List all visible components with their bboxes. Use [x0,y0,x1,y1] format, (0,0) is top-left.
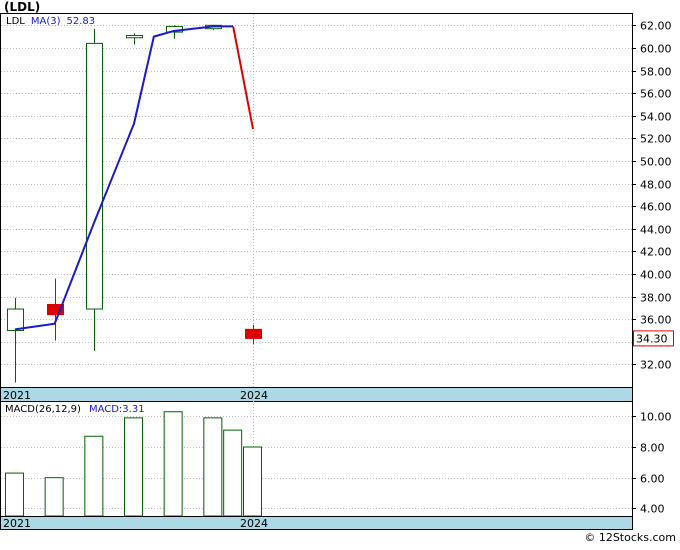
macd-value-label: MACD:3.31 [89,404,145,415]
price-y-tick-label: 56.00 [640,88,672,101]
macd-params-label: MACD(26,12,9) [5,404,81,415]
candle-body [245,328,262,339]
macd-y-tick-label: 10.00 [640,411,672,424]
macd-bar [223,429,243,517]
price-y-tick-label: 60.00 [640,43,672,56]
price-y-tick-label: 54.00 [640,111,672,124]
legend-ma-label: MA(3) [31,16,61,27]
macd-y-tick-label: 6.00 [640,473,665,486]
macd-bar [84,435,104,517]
candle-body [7,308,24,331]
price-x-label: 2024 [240,389,268,402]
price-y-tick-label: 36.00 [640,314,672,327]
legend-symbol: LDL [6,16,25,27]
macd-x-axis-band [0,516,633,530]
macd-x-label: 2021 [3,517,31,530]
macd-y-tick-label: 8.00 [640,442,665,455]
macd-legend: MACD(26,12,9) MACD:3.31 [5,404,145,415]
macd-bar [243,446,262,517]
macd-bar [5,472,24,517]
price-y-tick-label: 42.00 [640,246,672,259]
price-x-label: 2021 [3,389,31,402]
macd-x-label: 2024 [240,517,268,530]
price-y-tick-label: 46.00 [640,201,672,214]
price-y-tick-label: 62.00 [640,20,672,33]
last-price-label: 34.30 [636,332,668,345]
footer-brand: © 12Stocks.com [584,531,676,544]
macd-bar [163,411,183,517]
macd-y-tick-label: 4.00 [640,503,665,516]
macd-bar [203,417,223,517]
macd-bar [44,477,64,517]
price-y-tick-label: 32.00 [640,359,672,372]
chart-title: (LDL) [4,0,41,14]
legend-ma-value: 52.83 [66,16,95,27]
chart-svg: 32.0034.0036.0038.0040.0042.0044.0046.00… [0,13,674,530]
price-y-tick-label: 40.00 [640,269,672,282]
price-y-tick-label: 44.00 [640,224,672,237]
macd-bar [124,417,143,517]
price-x-axis-band [0,387,633,402]
price-y-tick-label: 50.00 [640,156,672,169]
candle-body [126,34,143,39]
price-y-tick-label: 52.00 [640,133,672,146]
candle-body [86,42,103,310]
price-y-tick-label: 58.00 [640,66,672,79]
price-y-tick-label: 48.00 [640,179,672,192]
price-legend: LDL MA(3) 52.83 [6,16,95,27]
price-y-tick-label: 38.00 [640,292,672,305]
stock-chart: 32.0034.0036.0038.0040.0042.0044.0046.00… [0,0,680,546]
